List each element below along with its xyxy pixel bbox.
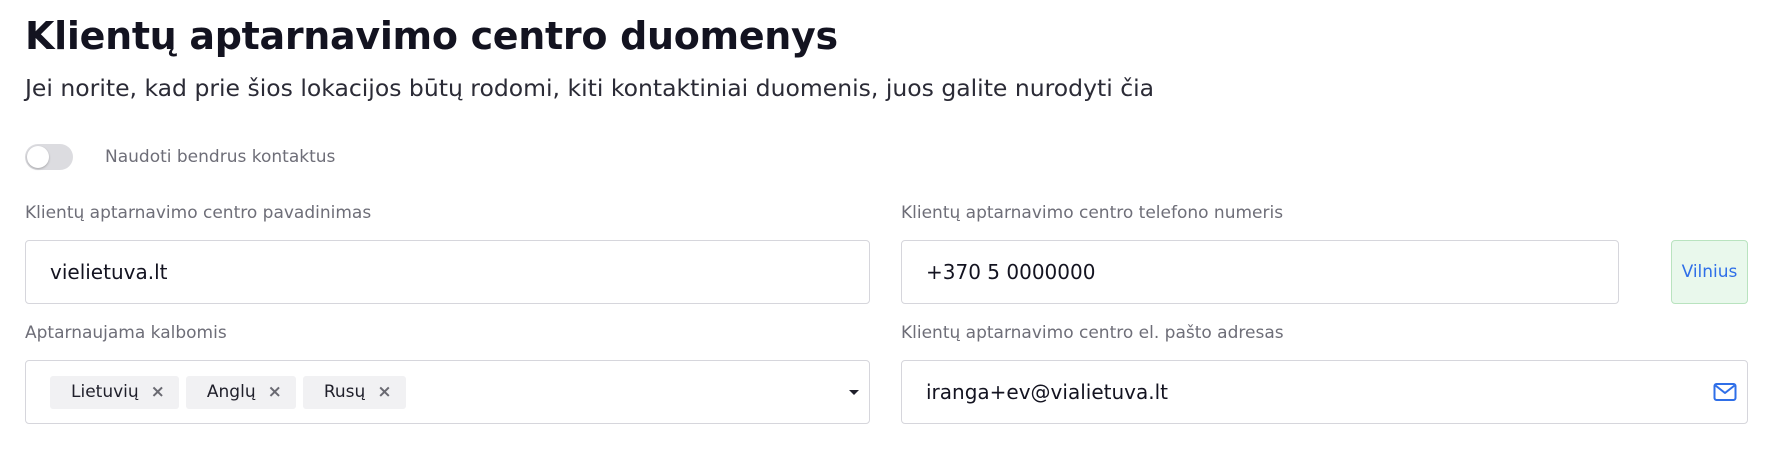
- chevron-down-icon[interactable]: [849, 390, 859, 395]
- envelope-icon[interactable]: [1713, 382, 1737, 402]
- language-chips: Lietuvių × Anglų × Rusų ×: [26, 361, 406, 423]
- service-center-name-input[interactable]: vielietuva.lt: [25, 240, 870, 304]
- service-center-name-value: vielietuva.lt: [50, 260, 168, 284]
- use-common-contacts-row: Naudoti bendrus kontaktus: [25, 144, 335, 170]
- service-languages-label: Aptarnaujama kalbomis: [25, 323, 227, 343]
- service-center-phone-label: Klientų aptarnavimo centro telefono nume…: [901, 203, 1284, 223]
- remove-lithuanian-icon[interactable]: ×: [151, 383, 165, 401]
- phone-city-addon-button[interactable]: Vilnius: [1671, 240, 1748, 304]
- language-chip-english: Anglų ×: [185, 375, 296, 409]
- service-languages-select[interactable]: Lietuvių × Anglų × Rusų ×: [25, 360, 870, 424]
- language-chip-russian: Rusų ×: [302, 375, 406, 409]
- service-center-phone-input[interactable]: +370 5 0000000: [901, 240, 1619, 304]
- page-title: Klientų aptarnavimo centro duomenys: [25, 14, 838, 58]
- language-chip-label: Lietuvių: [71, 382, 139, 402]
- service-center-phone-value: +370 5 0000000: [926, 260, 1096, 284]
- page-subtitle: Jei norite, kad prie šios lokacijos būtų…: [25, 74, 1155, 102]
- remove-english-icon[interactable]: ×: [268, 383, 282, 401]
- language-chip-lithuanian: Lietuvių ×: [50, 375, 179, 409]
- service-center-email-value: iranga+ev@vialietuva.lt: [926, 380, 1168, 404]
- use-common-contacts-label: Naudoti bendrus kontaktus: [105, 147, 336, 167]
- use-common-contacts-toggle[interactable]: [25, 144, 73, 170]
- remove-russian-icon[interactable]: ×: [377, 383, 391, 401]
- language-chip-label: Rusų: [323, 382, 366, 402]
- language-chip-label: Anglų: [206, 382, 256, 402]
- toggle-knob: [27, 146, 49, 168]
- service-center-name-label: Klientų aptarnavimo centro pavadinimas: [25, 203, 372, 223]
- service-center-email-label: Klientų aptarnavimo centro el. pašto adr…: [901, 323, 1284, 343]
- service-center-email-input[interactable]: iranga+ev@vialietuva.lt: [901, 360, 1748, 424]
- customer-service-section: Klientų aptarnavimo centro duomenys Jei …: [25, 0, 1748, 461]
